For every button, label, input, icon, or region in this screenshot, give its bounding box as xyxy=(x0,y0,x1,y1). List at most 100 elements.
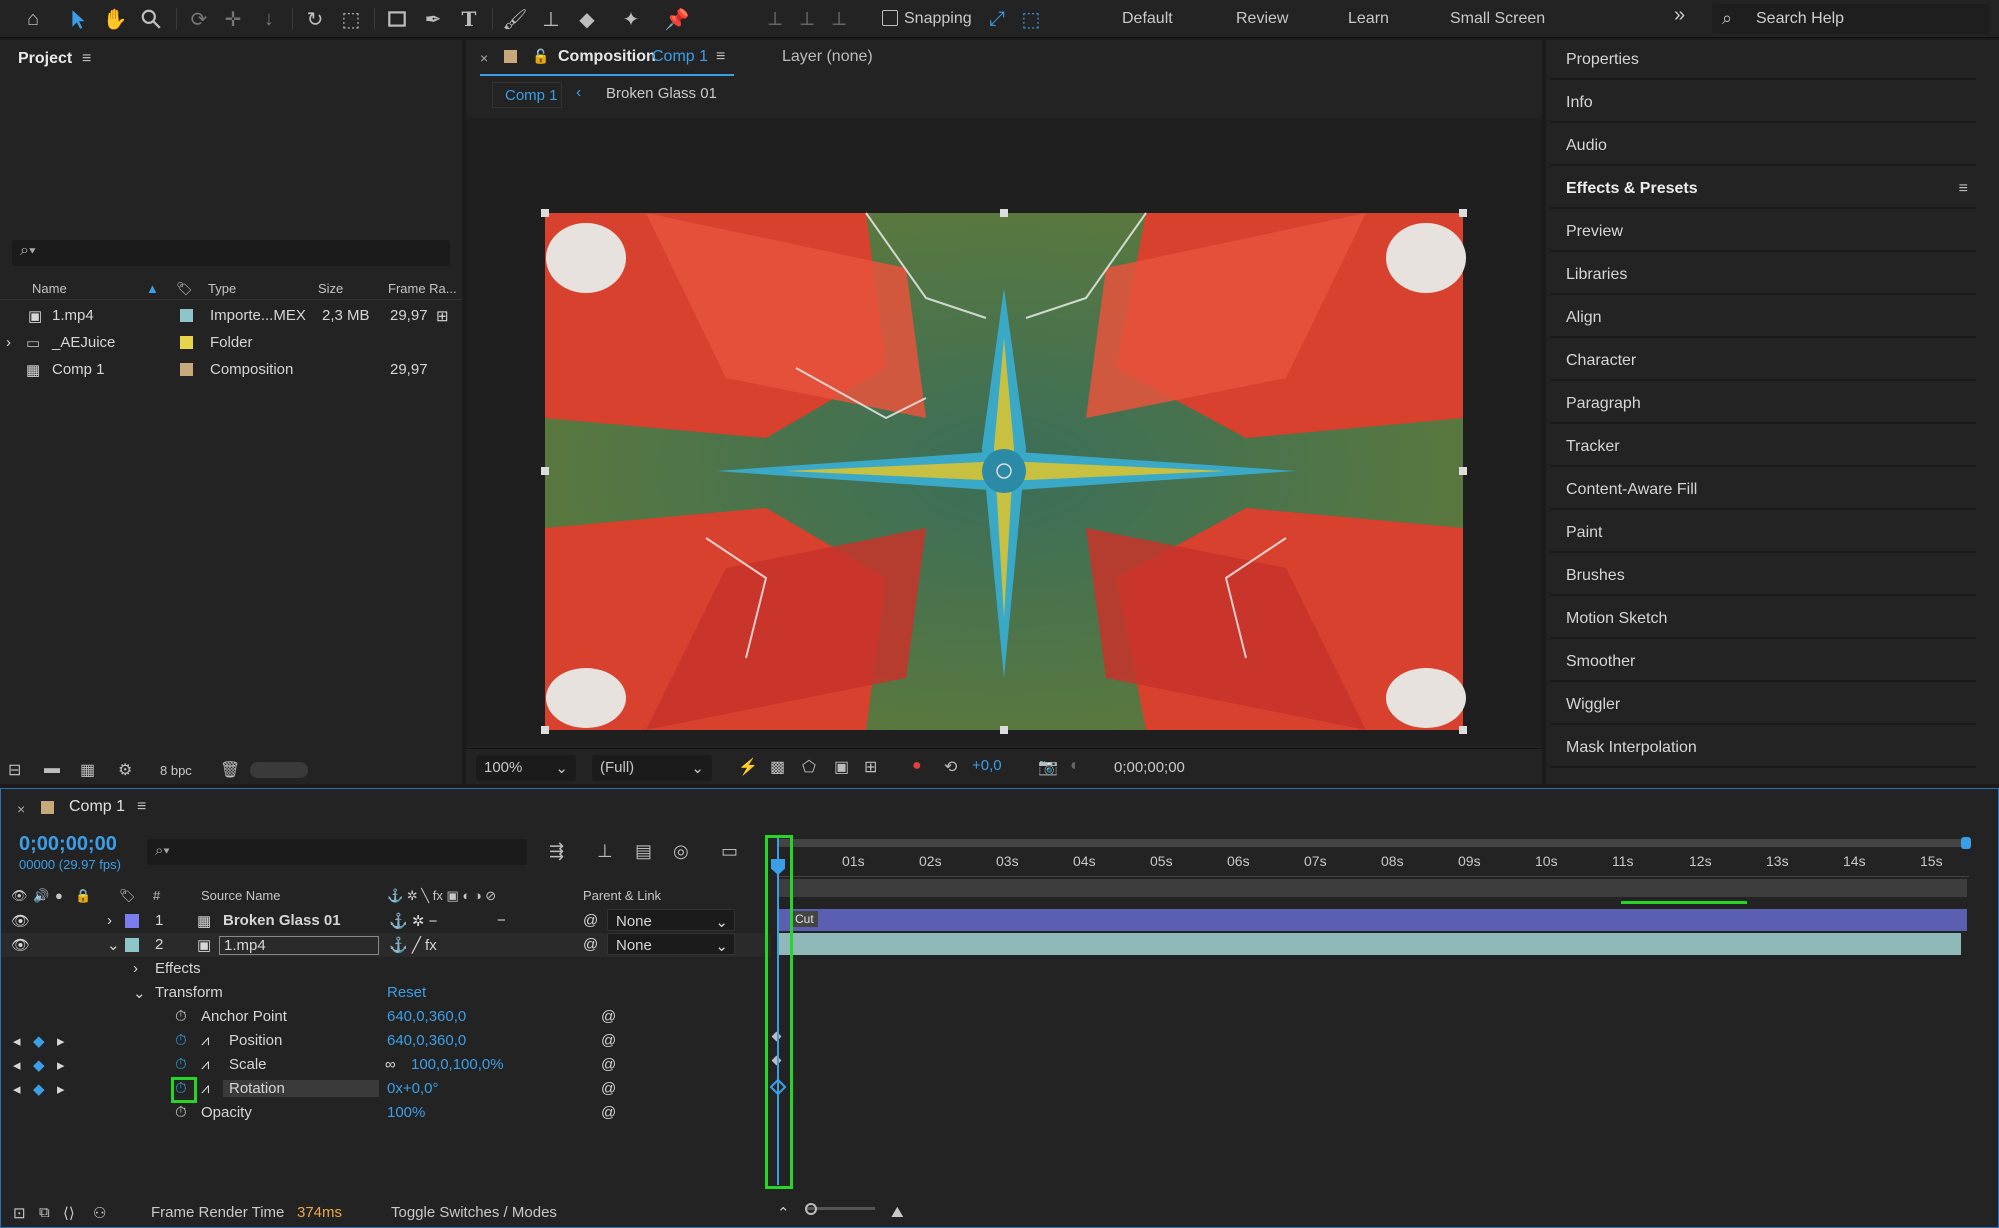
layer-name[interactable]: Broken Glass 01 xyxy=(223,912,341,929)
add-keyframe-icon[interactable]: ◆ xyxy=(33,1056,45,1074)
dolly-camera-icon[interactable]: ↓ xyxy=(256,6,282,32)
next-keyframe-icon[interactable]: ▸ xyxy=(57,1056,65,1074)
zoom-tool-icon[interactable] xyxy=(138,6,164,32)
exposure-value[interactable]: +0,0 xyxy=(972,757,1002,774)
panel-preview[interactable]: Preview xyxy=(1550,212,1976,252)
workspace-default[interactable]: Default xyxy=(1122,10,1173,28)
clone-stamp-tool-icon[interactable]: ⊥ xyxy=(538,6,564,32)
work-area-bar[interactable] xyxy=(777,879,1967,897)
motion-blur-icon[interactable]: ◎ xyxy=(673,841,689,862)
selection-tool-icon[interactable] xyxy=(66,6,92,32)
collapse-arrow-icon[interactable]: ⌄ xyxy=(107,936,120,954)
pickwhip-icon[interactable]: @ xyxy=(583,912,598,929)
prev-keyframe-icon[interactable]: ◂ xyxy=(13,1080,21,1098)
zoom-slider-knob[interactable] xyxy=(805,1203,817,1215)
rectangle-tool-icon[interactable] xyxy=(384,6,410,32)
project-item-1mp4[interactable]: ▣ 1.mp4 Importe...MEX 2,3 MB 29,97 ⊞ xyxy=(0,302,462,329)
pickwhip-icon[interactable]: @ xyxy=(583,936,598,953)
show-snapshot-icon[interactable]: ◐ xyxy=(1070,757,1080,775)
rotation-value[interactable]: 0x+0,0° xyxy=(387,1080,438,1097)
timeline-menu-icon[interactable]: ≡ xyxy=(137,798,146,816)
layer-1-bar[interactable] xyxy=(777,909,1967,931)
zoom-out-icon[interactable]: ⌃ xyxy=(777,1204,790,1222)
snap-edges-icon[interactable]: ⤢ xyxy=(984,6,1010,32)
add-keyframe-icon[interactable]: ◆ xyxy=(33,1080,45,1098)
stopwatch-icon[interactable]: ⏱ xyxy=(175,1008,187,1025)
effects-group[interactable]: › Effects xyxy=(1,957,771,981)
project-search-input[interactable]: ⌕▾ xyxy=(12,240,450,266)
axis-view-icon[interactable]: ⟂ xyxy=(826,6,852,32)
pan-behind-tool-icon[interactable]: ⬚ xyxy=(338,6,364,32)
mask-visibility-icon[interactable]: ⬠ xyxy=(802,757,816,777)
anchor-point-row[interactable]: ⏱ Anchor Point 640,0,360,0 @ xyxy=(1,1005,771,1029)
col-size[interactable]: Size xyxy=(318,281,343,296)
panel-align[interactable]: Align xyxy=(1550,298,1976,338)
transform-group[interactable]: ⌄ Transform Reset xyxy=(1,981,771,1005)
layer-2-bar[interactable] xyxy=(777,933,1961,955)
transparency-grid-icon[interactable]: ▩ xyxy=(770,757,785,777)
panel-tracker[interactable]: Tracker xyxy=(1550,427,1976,467)
panel-paint[interactable]: Paint xyxy=(1550,513,1976,553)
stopwatch-icon[interactable]: ⏱ xyxy=(175,1056,187,1073)
magnification-dropdown[interactable]: 100% ⌄ xyxy=(476,755,576,781)
reset-exposure-icon[interactable]: ⟲ xyxy=(944,757,957,777)
workspace-review[interactable]: Review xyxy=(1236,10,1288,28)
panel-effects-presets[interactable]: Effects & Presets ≡ xyxy=(1550,169,1976,209)
composition-tab-name[interactable]: Comp 1 xyxy=(652,48,708,66)
bit-depth[interactable]: 8 bpc xyxy=(160,763,192,778)
breadcrumb-next[interactable]: Broken Glass 01 xyxy=(606,85,717,102)
roto-brush-tool-icon[interactable]: ✦ xyxy=(618,6,644,32)
axis-world-icon[interactable]: ⟂ xyxy=(794,6,820,32)
expression-pickwhip-icon[interactable]: @ xyxy=(601,1104,616,1121)
col-name[interactable]: Name xyxy=(32,281,67,296)
new-folder-icon[interactable]: ▬ xyxy=(44,760,60,778)
expression-pickwhip-icon[interactable]: @ xyxy=(601,1080,616,1097)
project-item-comp1[interactable]: ▦ Comp 1 Composition 29,97 xyxy=(0,356,462,383)
project-panel-menu-icon[interactable]: ≡ xyxy=(82,50,91,68)
stopwatch-icon[interactable]: ⏱ xyxy=(175,1032,187,1049)
snapping-checkbox[interactable] xyxy=(882,10,898,26)
grid-guides-icon[interactable]: ⊞ xyxy=(864,757,877,777)
panel-info[interactable]: Info xyxy=(1550,83,1976,123)
panel-audio[interactable]: Audio xyxy=(1550,126,1976,166)
panel-character[interactable]: Character xyxy=(1550,341,1976,381)
audio-switch-icon[interactable]: 🔊 xyxy=(33,888,49,904)
collapse-arrow-icon[interactable]: ⌄ xyxy=(133,984,146,1002)
opacity-row[interactable]: ⏱ Opacity 100% @ xyxy=(1,1101,771,1125)
composition-tab-label[interactable]: Composition xyxy=(558,48,656,66)
search-help-field[interactable]: ⌕ Search Help xyxy=(1712,4,1990,34)
close-icon[interactable]: × xyxy=(17,801,25,817)
zoom-in-icon[interactable]: ⛰ xyxy=(891,1204,904,1221)
fast-preview-icon[interactable]: ⚡ xyxy=(738,757,758,777)
graph-editor-icon[interactable]: ▭ xyxy=(721,841,738,862)
visibility-icon[interactable]: 👁 xyxy=(11,912,30,930)
resolution-dropdown[interactable]: (Full) ⌄ xyxy=(592,755,712,781)
toggle-switches-modes[interactable]: Toggle Switches / Modes xyxy=(391,1204,557,1221)
prev-keyframe-icon[interactable]: ◂ xyxy=(13,1056,21,1074)
next-keyframe-icon[interactable]: ▸ xyxy=(57,1032,65,1050)
panel-motion-sketch[interactable]: Motion Sketch xyxy=(1550,599,1976,639)
time-ruler[interactable] xyxy=(777,851,1969,877)
project-item-aejuice[interactable]: › ▭ _AEJuice Folder xyxy=(0,329,462,356)
parent-dropdown[interactable]: None ⌄ xyxy=(607,933,735,955)
transfer-controls-toggle-icon[interactable]: ⧉ xyxy=(39,1204,50,1221)
label-swatch[interactable] xyxy=(180,309,193,322)
expand-arrow-icon[interactable]: › xyxy=(6,334,11,351)
region-of-interest-icon[interactable]: ▣ xyxy=(834,757,849,777)
delete-icon[interactable]: 🗑 xyxy=(220,760,240,780)
composition-viewer[interactable] xyxy=(466,118,1542,746)
project-settings-icon[interactable]: ⚙ xyxy=(118,760,132,780)
position-value[interactable]: 640,0,360,0 xyxy=(387,1032,466,1049)
parent-dropdown[interactable]: None ⌄ xyxy=(607,909,735,931)
pen-tool-icon[interactable]: ✒ xyxy=(420,6,446,32)
graph-icon[interactable]: ⩘ xyxy=(201,1080,209,1097)
panel-properties[interactable]: Properties xyxy=(1550,40,1976,80)
graph-icon[interactable]: ⩘ xyxy=(201,1056,209,1073)
type-tool-icon[interactable]: T xyxy=(456,6,482,32)
orbit-camera-icon[interactable]: ⟳ xyxy=(186,6,212,32)
graph-icon[interactable]: ⩘ xyxy=(201,1032,209,1049)
snapshot-icon[interactable]: 📷 xyxy=(1038,757,1058,777)
panel-menu-icon[interactable]: ≡ xyxy=(1959,180,1968,198)
lock-switch-icon[interactable]: 🔒 xyxy=(75,888,91,904)
col-parent-link[interactable]: Parent & Link xyxy=(583,888,661,903)
